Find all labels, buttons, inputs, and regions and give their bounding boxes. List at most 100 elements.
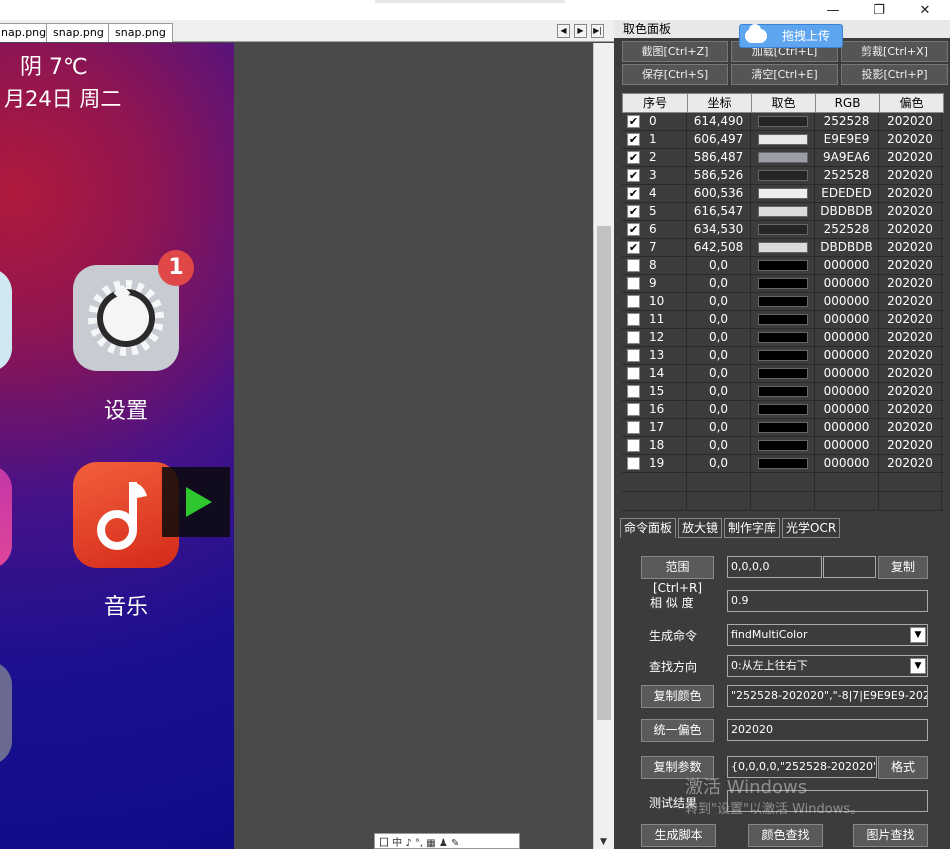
- rgb-cell: DBDBDB: [815, 203, 879, 220]
- row-checkbox[interactable]: [627, 367, 640, 380]
- table-row[interactable]: ✔ 1 606,497 E9E9E9 202020: [622, 131, 944, 149]
- scroll-down-icon[interactable]: ▼: [600, 837, 607, 847]
- copy-button[interactable]: 复制: [878, 556, 928, 579]
- table-row[interactable]: ✔ 5 616,547 DBDBDB 202020: [622, 203, 944, 221]
- col-header-coord[interactable]: 坐标: [688, 94, 752, 112]
- restore-button[interactable]: ❐: [856, 0, 902, 20]
- row-checkbox[interactable]: [627, 259, 640, 272]
- table-row[interactable]: 15 0,0 000000 202020: [622, 383, 944, 401]
- row-checkbox[interactable]: ✔: [627, 187, 640, 200]
- table-row[interactable]: ✔ 3 586,526 252528 202020: [622, 167, 944, 185]
- table-row[interactable]: 14 0,0 000000 202020: [622, 365, 944, 383]
- tab-font-library[interactable]: 制作字库: [724, 518, 781, 538]
- tab-ocr[interactable]: 光学OCR: [782, 518, 841, 538]
- tab-last-button[interactable]: ▶|: [591, 24, 604, 38]
- table-row[interactable]: ✔ 2 586,487 9A9EA6 202020: [622, 149, 944, 167]
- row-checkbox[interactable]: [627, 313, 640, 326]
- row-checkbox[interactable]: ✔: [627, 205, 640, 218]
- row-index: 9: [649, 276, 657, 290]
- row-checkbox[interactable]: ✔: [627, 151, 640, 164]
- gen-script-button[interactable]: 生成脚本: [641, 824, 716, 847]
- table-row[interactable]: 12 0,0 000000 202020: [622, 329, 944, 347]
- table-row[interactable]: 16 0,0 000000 202020: [622, 401, 944, 419]
- col-header-offset[interactable]: 偏色: [880, 94, 943, 112]
- copy-color-field[interactable]: "252528-202020","-8|7|E9E9E9-202020": [727, 685, 928, 707]
- color-swatch: [758, 296, 808, 307]
- table-row[interactable]: ✔ 6 634,530 252528 202020: [622, 221, 944, 239]
- table-row[interactable]: ✔ 4 600,536 EDEDED 202020: [622, 185, 944, 203]
- play-overlay[interactable]: [162, 467, 230, 537]
- scrollbar-thumb[interactable]: [597, 226, 611, 720]
- offset-cell: 202020: [879, 239, 942, 256]
- row-checkbox[interactable]: ✔: [627, 241, 640, 254]
- screenshot-button[interactable]: 截图[Ctrl+Z]: [622, 41, 728, 62]
- row-checkbox[interactable]: [627, 457, 640, 470]
- unify-offset-field[interactable]: 202020: [727, 719, 928, 741]
- minimize-button[interactable]: —: [810, 0, 856, 20]
- gen-cmd-select[interactable]: findMultiColor ▼: [727, 624, 928, 646]
- table-row[interactable]: 11 0,0 000000 202020: [622, 311, 944, 329]
- tab-command-panel[interactable]: 命令面板: [620, 518, 677, 538]
- file-tab[interactable]: snap.png: [108, 23, 173, 42]
- row-checkbox[interactable]: ✔: [627, 115, 640, 128]
- chevron-down-icon[interactable]: ▼: [910, 658, 926, 674]
- coord-cell: 0,0: [687, 401, 751, 418]
- col-header-color[interactable]: 取色: [752, 94, 816, 112]
- row-checkbox[interactable]: [627, 295, 640, 308]
- tab-prev-button[interactable]: ◀: [557, 24, 570, 38]
- range-button[interactable]: 范围[Ctrl+R]: [641, 556, 714, 595]
- col-header-rgb[interactable]: RGB: [816, 94, 880, 112]
- save-button[interactable]: 保存[Ctrl+S]: [622, 64, 728, 85]
- clear-button[interactable]: 清空[Ctrl+E]: [731, 64, 838, 85]
- ime-toolbar[interactable]: 囗 中 ♪ °, ▦ ♟ ✎: [374, 833, 520, 849]
- row-checkbox[interactable]: [627, 331, 640, 344]
- table-row[interactable]: 13 0,0 000000 202020: [622, 347, 944, 365]
- table-row[interactable]: 18 0,0 000000 202020: [622, 437, 944, 455]
- crop-button[interactable]: 剪裁[Ctrl+X]: [841, 41, 948, 62]
- image-find-button[interactable]: 图片查找: [853, 824, 928, 847]
- table-row[interactable]: ✔ 0 614,490 252528 202020: [622, 113, 944, 131]
- unify-offset-button[interactable]: 统一偏色: [641, 719, 714, 742]
- range-extra-field[interactable]: [823, 556, 876, 578]
- music-note-icon: [97, 482, 147, 550]
- color-swatch: [758, 116, 808, 127]
- vertical-scrollbar[interactable]: ▼: [593, 43, 614, 849]
- rgb-cell: 000000: [815, 419, 879, 436]
- similarity-field[interactable]: 0.9: [727, 590, 928, 612]
- color-cell: [751, 257, 815, 274]
- col-header-index[interactable]: 序号: [623, 94, 688, 112]
- chevron-down-icon[interactable]: ▼: [910, 627, 926, 643]
- table-row[interactable]: ✔ 7 642,508 DBDBDB 202020: [622, 239, 944, 257]
- upload-button[interactable]: 拖拽上传: [739, 24, 843, 48]
- row-checkbox[interactable]: [627, 385, 640, 398]
- offset-cell: 202020: [879, 293, 942, 310]
- row-checkbox[interactable]: [627, 349, 640, 362]
- row-checkbox[interactable]: [627, 421, 640, 434]
- row-checkbox[interactable]: ✔: [627, 169, 640, 182]
- file-tab[interactable]: snap.png: [46, 23, 111, 42]
- index-cell: ✔ 7: [622, 239, 687, 256]
- row-checkbox[interactable]: ✔: [627, 133, 640, 146]
- row-checkbox[interactable]: ✔: [627, 223, 640, 236]
- row-checkbox[interactable]: [627, 439, 640, 452]
- table-row[interactable]: 19 0,0 000000 202020: [622, 455, 944, 473]
- offset-cell: 202020: [879, 419, 942, 436]
- table-row[interactable]: 8 0,0 000000 202020: [622, 257, 944, 275]
- table-row[interactable]: 17 0,0 000000 202020: [622, 419, 944, 437]
- gen-cmd-value: findMultiColor: [731, 628, 808, 641]
- color-find-button[interactable]: 颜色查找: [748, 824, 823, 847]
- close-button[interactable]: ✕: [902, 0, 948, 20]
- table-row[interactable]: 10 0,0 000000 202020: [622, 293, 944, 311]
- tab-magnifier[interactable]: 放大镜: [678, 518, 723, 538]
- range-field[interactable]: 0,0,0,0: [727, 556, 822, 578]
- direction-select[interactable]: 0:从左上往右下 ▼: [727, 655, 928, 677]
- project-button[interactable]: 投影[Ctrl+P]: [841, 64, 948, 85]
- format-button[interactable]: 格式: [878, 756, 928, 779]
- phone-screenshot[interactable]: 阴 7℃ 月24日 周二 1 设置 音乐: [0, 43, 234, 849]
- copy-color-button[interactable]: 复制颜色: [641, 685, 714, 708]
- row-checkbox[interactable]: [627, 277, 640, 290]
- color-cell: [751, 311, 815, 328]
- table-row[interactable]: 9 0,0 000000 202020: [622, 275, 944, 293]
- row-checkbox[interactable]: [627, 403, 640, 416]
- tab-next-button[interactable]: ▶: [574, 24, 587, 38]
